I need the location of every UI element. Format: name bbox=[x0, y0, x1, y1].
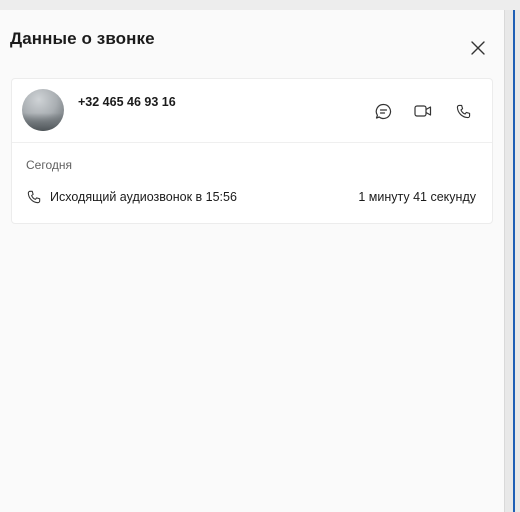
video-call-button[interactable] bbox=[413, 101, 433, 121]
call-description: Исходящий аудиозвонок в 15:56 bbox=[50, 190, 237, 204]
section-label-today: Сегодня bbox=[26, 158, 72, 172]
call-details-panel: Данные о звонке +32 465 46 93 16 Сегодня… bbox=[0, 10, 505, 512]
card-divider bbox=[12, 142, 492, 143]
close-button[interactable] bbox=[468, 38, 488, 58]
video-icon bbox=[414, 105, 432, 117]
call-details-card: +32 465 46 93 16 Сегодня Исходящий аудио… bbox=[11, 78, 493, 224]
accent-border bbox=[513, 10, 515, 512]
contact-phone-number: +32 465 46 93 16 bbox=[78, 95, 176, 109]
phone-icon bbox=[27, 190, 41, 204]
avatar-image bbox=[22, 113, 64, 131]
window-right-edge bbox=[505, 10, 520, 512]
chat-button[interactable] bbox=[373, 101, 393, 121]
chat-icon bbox=[375, 103, 391, 119]
audio-call-button[interactable] bbox=[453, 101, 473, 121]
avatar[interactable] bbox=[22, 89, 64, 131]
list-item: Исходящий аудиозвонок в 15:56 1 минуту 4… bbox=[12, 187, 492, 209]
close-icon bbox=[471, 41, 485, 55]
page-title: Данные о звонке bbox=[10, 29, 155, 48]
phone-icon bbox=[456, 104, 470, 118]
window-top-strip bbox=[0, 0, 520, 10]
call-duration: 1 минуту 41 секунду bbox=[358, 190, 476, 204]
